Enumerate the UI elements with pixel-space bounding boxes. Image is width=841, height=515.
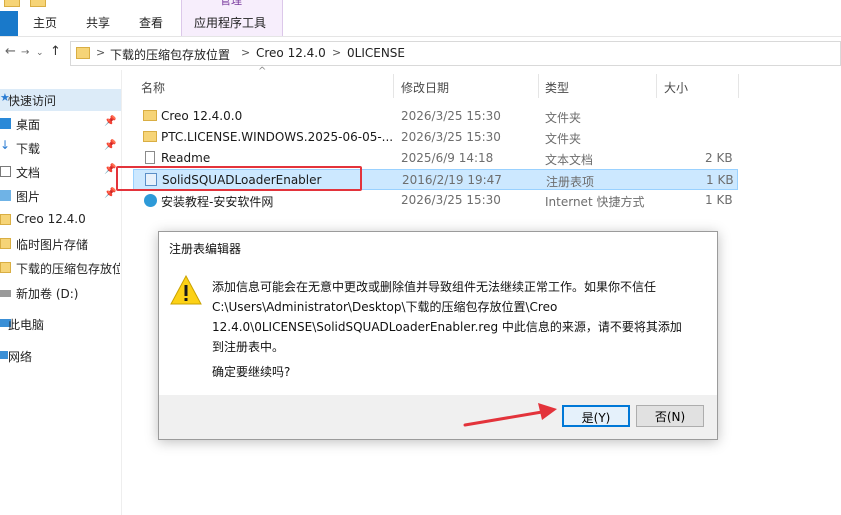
sort-ascending-icon: ^	[258, 66, 267, 77]
text-file-icon	[145, 151, 155, 164]
nav-item-quick-access[interactable]: ★ 快速访问	[0, 89, 121, 111]
breadcrumb-item-downloads[interactable]: 下载的压缩包存放位置	[110, 46, 230, 63]
nav-item-documents[interactable]: 文档 📌	[0, 161, 121, 183]
pin-icon[interactable]: 📌	[104, 116, 116, 127]
no-button[interactable]: 否(N)	[636, 405, 704, 427]
column-header-date[interactable]: 修改日期	[401, 79, 449, 96]
registry-editor-dialog: 注册表编辑器 添加信息可能会在无意中更改或删除值并导致组件无法继续正常工作。如果…	[158, 231, 718, 440]
column-header-size[interactable]: 大小	[664, 79, 688, 96]
document-icon	[0, 166, 11, 177]
file-row[interactable]: PTC.LICENSE.WINDOWS.2025-06-05-... 2026/…	[133, 127, 738, 148]
nav-item-downloads[interactable]: ↓ 下载 📌	[0, 137, 121, 159]
nav-item-desktop[interactable]: 桌面 📌	[0, 113, 121, 135]
column-divider[interactable]	[656, 74, 657, 98]
column-header-name[interactable]: 名称	[141, 79, 165, 96]
quick-access-folder-icon[interactable]	[4, 0, 20, 7]
forward-arrow-icon[interactable]: →	[21, 47, 29, 58]
pin-icon[interactable]: 📌	[104, 188, 116, 199]
tab-home[interactable]: 主页	[33, 14, 57, 31]
tab-app-tools[interactable]: 应用程序工具	[194, 14, 266, 31]
dialog-title: 注册表编辑器	[169, 242, 242, 256]
nav-item-this-pc[interactable]: 此电脑	[0, 313, 121, 335]
network-icon	[0, 351, 8, 359]
file-row[interactable]: Creo 12.4.0.0 2026/3/25 15:30 文件夹	[133, 106, 738, 127]
dialog-question: 确定要继续吗?	[212, 365, 291, 379]
nav-item-temp-images[interactable]: 临时图片存储	[0, 233, 121, 255]
tab-share[interactable]: 共享	[86, 14, 110, 31]
context-group-label: 管理	[220, 0, 242, 7]
breadcrumb-item-creo[interactable]: Creo 12.4.0	[256, 46, 326, 60]
folder-icon	[76, 47, 90, 59]
column-divider[interactable]	[738, 74, 739, 98]
download-icon: ↓	[0, 138, 11, 152]
desktop-icon	[0, 118, 11, 129]
warning-icon	[170, 275, 202, 305]
pin-icon[interactable]: 📌	[104, 140, 116, 151]
up-arrow-icon[interactable]: ↑	[50, 44, 61, 59]
folder-icon	[0, 262, 11, 273]
yes-button[interactable]: 是(Y)	[562, 405, 630, 427]
drive-icon	[0, 290, 11, 297]
pin-icon[interactable]: 📌	[104, 164, 116, 175]
folder-icon	[143, 131, 157, 142]
back-arrow-icon[interactable]: ←	[5, 44, 16, 59]
file-tab[interactable]	[0, 11, 18, 36]
dialog-message: 添加信息可能会在无意中更改或删除值并导致组件无法继续正常工作。如果你不信任 C:…	[212, 280, 682, 354]
breadcrumb-item-license[interactable]: 0LICENSE	[347, 46, 405, 60]
recent-dropdown-icon[interactable]: ⌄	[36, 48, 44, 58]
picture-icon	[0, 190, 11, 201]
nav-item-network[interactable]: 网络	[0, 345, 121, 367]
column-header-type[interactable]: 类型	[545, 79, 569, 96]
breadcrumb-separator: >	[332, 46, 342, 59]
dialog-footer: 是(Y) 否(N)	[159, 395, 717, 439]
breadcrumb-separator: >	[241, 46, 251, 59]
nav-item-pictures[interactable]: 图片 📌	[0, 185, 121, 207]
nav-item-download-archive[interactable]: 下载的压缩包存放位	[0, 257, 121, 279]
folder-icon	[143, 110, 157, 121]
folder-icon	[0, 238, 11, 249]
internet-shortcut-icon	[144, 194, 157, 207]
nav-item-drive-d[interactable]: 新加卷 (D:)	[0, 282, 121, 304]
folder-icon	[0, 214, 11, 225]
column-divider[interactable]	[538, 74, 539, 98]
ribbon	[0, 0, 841, 37]
column-divider[interactable]	[393, 74, 394, 98]
nav-item-creo[interactable]: Creo 12.4.0	[0, 209, 121, 231]
tab-view[interactable]: 查看	[139, 14, 163, 31]
breadcrumb-separator: >	[96, 46, 106, 59]
annotation-highlight-box	[116, 166, 362, 191]
quick-access-folder-icon-2[interactable]	[30, 0, 46, 7]
file-row[interactable]: 安装教程-安安软件网 2026/3/25 15:30 Internet 快捷方式…	[133, 190, 738, 211]
annotation-arrow-icon	[463, 403, 557, 427]
